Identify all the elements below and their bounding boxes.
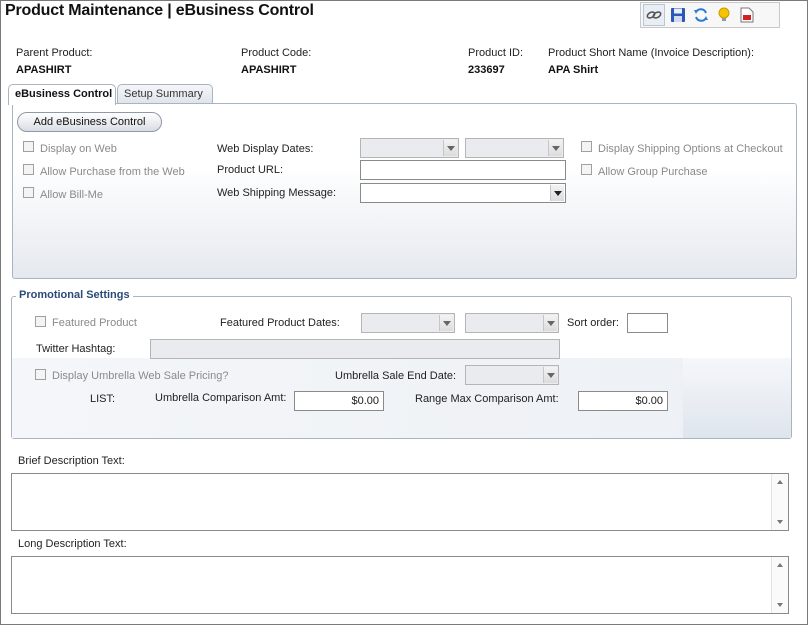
lightbulb-icon[interactable] bbox=[714, 5, 734, 25]
web-shipping-message-label: Web Shipping Message: bbox=[217, 187, 337, 199]
allow-purchase-web-checkbox[interactable] bbox=[23, 164, 34, 175]
featured-product-start-date[interactable] bbox=[361, 313, 455, 333]
featured-product-dates-label: Featured Product Dates: bbox=[220, 317, 340, 329]
scroll-down-icon[interactable] bbox=[777, 520, 783, 524]
short-name-label: Product Short Name (Invoice Description)… bbox=[548, 47, 755, 59]
link-icon[interactable] bbox=[643, 4, 665, 26]
umbrella-section-side bbox=[683, 358, 791, 438]
chevron-down-icon[interactable] bbox=[439, 315, 453, 331]
featured-product-label: Featured Product bbox=[52, 317, 137, 329]
parent-product-value: APASHIRT bbox=[16, 64, 72, 76]
twitter-hashtag-input[interactable] bbox=[150, 339, 560, 359]
featured-product-checkbox[interactable] bbox=[35, 316, 46, 327]
refresh-icon[interactable] bbox=[691, 5, 711, 25]
product-id-label: Product ID: bbox=[468, 47, 524, 59]
display-shipping-options-checkbox[interactable] bbox=[581, 141, 592, 152]
long-description-scrollbar[interactable] bbox=[771, 557, 788, 613]
web-display-start-date[interactable] bbox=[360, 138, 459, 158]
chevron-down-icon[interactable] bbox=[548, 140, 562, 156]
parent-product-label: Parent Product: bbox=[16, 47, 93, 59]
product-url-input[interactable] bbox=[360, 160, 566, 180]
brief-description-textarea[interactable] bbox=[11, 473, 789, 531]
umbrella-comparison-label: Umbrella Comparison Amt: bbox=[155, 392, 287, 404]
tab-ebusiness-control[interactable]: eBusiness Control bbox=[8, 84, 116, 105]
product-id-value: 233697 bbox=[468, 64, 505, 76]
display-shipping-options-label: Display Shipping Options at Checkout bbox=[598, 143, 783, 155]
display-on-web-checkbox[interactable] bbox=[23, 141, 34, 152]
chevron-down-icon[interactable] bbox=[550, 185, 564, 201]
range-max-input[interactable]: $0.00 bbox=[578, 391, 668, 411]
web-shipping-message-dropdown[interactable] bbox=[360, 183, 566, 203]
allow-group-purchase-checkbox[interactable] bbox=[581, 164, 592, 175]
display-on-web-label: Display on Web bbox=[40, 143, 117, 155]
brief-description-scrollbar[interactable] bbox=[771, 474, 788, 530]
product-url-label: Product URL: bbox=[217, 164, 284, 176]
long-description-label: Long Description Text: bbox=[18, 538, 127, 550]
display-umbrella-pricing-checkbox[interactable] bbox=[35, 369, 46, 380]
chevron-down-icon[interactable] bbox=[443, 140, 457, 156]
list-label: LIST: bbox=[90, 393, 116, 405]
chevron-down-icon[interactable] bbox=[543, 367, 557, 383]
add-ebusiness-control-button[interactable]: Add eBusiness Control bbox=[17, 112, 162, 132]
allow-purchase-web-label: Allow Purchase from the Web bbox=[40, 166, 185, 178]
product-code-value: APASHIRT bbox=[241, 64, 297, 76]
allow-group-purchase-label: Allow Group Purchase bbox=[598, 166, 708, 178]
sort-order-label: Sort order: bbox=[567, 317, 619, 329]
umbrella-end-date-label: Umbrella Sale End Date: bbox=[335, 370, 457, 382]
product-code-label: Product Code: bbox=[241, 47, 312, 59]
allow-bill-me-checkbox[interactable] bbox=[23, 187, 34, 198]
umbrella-comparison-input[interactable]: $0.00 bbox=[294, 391, 384, 411]
web-display-end-date[interactable] bbox=[465, 138, 564, 158]
promotional-settings-legend: Promotional Settings bbox=[16, 289, 133, 301]
web-display-dates-label: Web Display Dates: bbox=[217, 143, 314, 155]
page-title: Product Maintenance | eBusiness Control bbox=[5, 2, 314, 19]
allow-bill-me-label: Allow Bill-Me bbox=[40, 189, 103, 201]
twitter-hashtag-label: Twitter Hashtag: bbox=[36, 343, 116, 355]
chevron-down-icon[interactable] bbox=[543, 315, 557, 331]
save-icon[interactable] bbox=[668, 5, 688, 25]
toolbar bbox=[640, 2, 780, 28]
scroll-down-icon[interactable] bbox=[777, 603, 783, 607]
sort-order-input[interactable] bbox=[627, 313, 668, 333]
short-name-value: APA Shirt bbox=[548, 64, 599, 76]
scroll-up-icon[interactable] bbox=[777, 563, 783, 567]
long-description-textarea[interactable] bbox=[11, 556, 789, 614]
range-max-label: Range Max Comparison Amt: bbox=[415, 393, 559, 405]
scroll-up-icon[interactable] bbox=[777, 480, 783, 484]
tab-setup-summary[interactable]: Setup Summary bbox=[117, 84, 213, 104]
umbrella-end-date-dropdown[interactable] bbox=[465, 365, 559, 385]
display-umbrella-pricing-label: Display Umbrella Web Sale Pricing? bbox=[52, 370, 229, 382]
featured-product-end-date[interactable] bbox=[465, 313, 559, 333]
brief-description-label: Brief Description Text: bbox=[18, 455, 125, 467]
pdf-report-icon[interactable] bbox=[737, 5, 757, 25]
